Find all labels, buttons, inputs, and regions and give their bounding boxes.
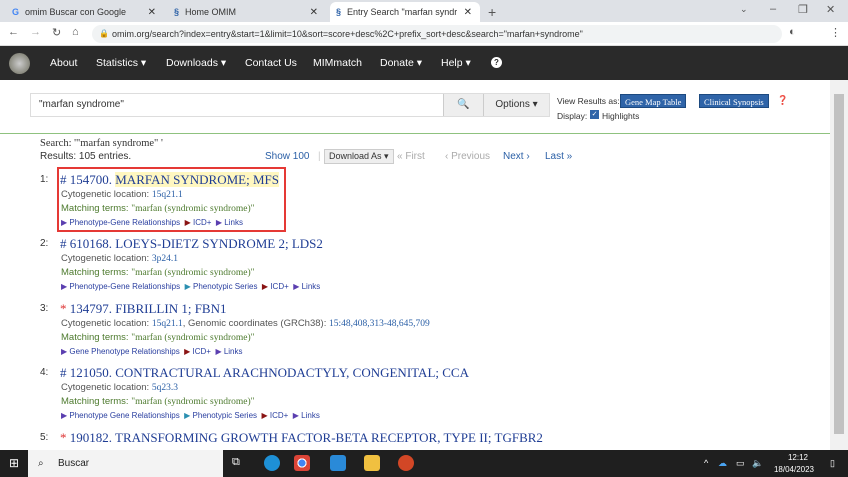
- result-title-link[interactable]: * 190182. TRANSFORMING GROWTH FACTOR-BET…: [60, 430, 543, 446]
- clock-date[interactable]: 18/04/2023: [770, 465, 818, 474]
- home-icon[interactable]: ⌂: [72, 26, 79, 38]
- omim-icon: §: [174, 7, 180, 17]
- result-links: ▶ Phenotype-Gene Relationships ▶ Phenoty…: [61, 282, 321, 291]
- search-icon: 🔍: [457, 99, 470, 110]
- close-icon[interactable]: ✕: [148, 7, 156, 18]
- matching-terms: Matching terms: "marfan (syndromic syndr…: [61, 332, 255, 343]
- address-bar-row: ← → ↻ ⌂ 🔒 omim.org/search?index=entry&sta…: [0, 22, 848, 46]
- tab-omim-home[interactable]: § Home OMIM ✕: [168, 2, 326, 22]
- search-query-text: Search: '"marfan syndrome" ': [40, 138, 163, 149]
- result-links: ▶ Phenotype Gene Relationships ▶ Phenoty…: [61, 411, 320, 420]
- highlight-box: [57, 167, 286, 232]
- notifications-icon[interactable]: ▯: [830, 458, 835, 469]
- results-count: Results: 105 entries.: [40, 151, 132, 162]
- powerpoint-icon[interactable]: [398, 455, 414, 471]
- nav-help[interactable]: Help ▾: [441, 57, 471, 69]
- divider: [0, 133, 830, 134]
- reload-icon[interactable]: ↻: [52, 26, 61, 39]
- result-title-link[interactable]: * 134797. FIBRILLIN 1; FBN1: [60, 301, 226, 317]
- tray-chevron-icon[interactable]: ^: [704, 458, 708, 468]
- chrome-icon[interactable]: [294, 455, 310, 471]
- search-button[interactable]: 🔍: [443, 94, 483, 116]
- result-title-link[interactable]: # 610168. LOEYS-DIETZ SYNDROME 2; LDS2: [60, 236, 323, 252]
- nav-downloads[interactable]: Downloads ▾: [166, 57, 226, 69]
- last-link[interactable]: Last »: [545, 151, 572, 162]
- edge-icon[interactable]: [264, 455, 280, 471]
- cytogenetic-location: Cytogenetic location: 3p24.1: [61, 253, 178, 264]
- help-icon[interactable]: ?: [491, 57, 502, 68]
- matching-terms: Matching terms: "marfan (syndromic syndr…: [61, 396, 255, 407]
- highlights-label: Highlights: [602, 111, 640, 121]
- nav-mimmatch[interactable]: MIMmatch: [313, 57, 362, 69]
- close-icon[interactable]: ✕: [464, 7, 472, 18]
- omim-navbar: About Statistics ▾ Downloads ▾ Contact U…: [0, 46, 848, 80]
- cytogenetic-location: Cytogenetic location: 15q21.1, Genomic c…: [61, 318, 430, 329]
- windows-start-icon[interactable]: ⊞: [9, 456, 19, 470]
- gene-map-table-button[interactable]: Gene Map Table: [620, 94, 687, 108]
- forward-icon[interactable]: →: [30, 26, 41, 38]
- previous-link[interactable]: ‹ Previous: [445, 151, 490, 162]
- menu-icon[interactable]: ⋮: [830, 26, 841, 39]
- matching-terms: Matching terms: "marfan (syndromic syndr…: [61, 267, 255, 278]
- show-100-link[interactable]: Show 100: [265, 151, 309, 162]
- search-icon: ⌕: [38, 458, 44, 469]
- taskbar-search[interactable]: ⌕ Buscar: [28, 450, 223, 477]
- search-input[interactable]: "marfan syndrome" 🔍 Options ▾: [30, 93, 550, 117]
- maximize-icon[interactable]: ❐: [798, 3, 808, 16]
- options-button[interactable]: Options ▾: [483, 94, 549, 116]
- close-window-icon[interactable]: ✕: [826, 3, 835, 16]
- nav-contact[interactable]: Contact Us: [245, 57, 297, 69]
- download-as-button[interactable]: Download As ▾: [324, 149, 394, 164]
- nav-about[interactable]: About: [50, 57, 77, 69]
- nav-statistics[interactable]: Statistics ▾: [96, 57, 146, 69]
- volume-icon[interactable]: 🔈: [752, 458, 763, 469]
- tab-entry-search[interactable]: §Entry Search "marfan syndrome"✕: [330, 2, 480, 22]
- cytogenetic-location: Cytogenetic location: 5q23.3: [61, 382, 178, 393]
- task-view-icon[interactable]: ⧉: [232, 456, 240, 469]
- url-input[interactable]: 🔒 omim.org/search?index=entry&start=1&lim…: [92, 25, 782, 43]
- highlights-checkbox[interactable]: ✓: [590, 110, 599, 119]
- file-explorer-icon[interactable]: [364, 455, 380, 471]
- minimize-icon[interactable]: –: [770, 3, 776, 15]
- tab-bar: Gomim Buscar con Google ✕ § Home OMIM ✕ § En…: [0, 0, 848, 22]
- profile-icon[interactable]: ◐: [789, 26, 796, 38]
- help-icon[interactable]: ❓: [777, 95, 788, 106]
- scrollbar[interactable]: [830, 80, 848, 450]
- google-icon: G: [12, 7, 20, 17]
- network-icon[interactable]: ▭: [736, 458, 745, 469]
- clock-time[interactable]: 12:12: [780, 453, 816, 462]
- first-link[interactable]: « First: [397, 151, 425, 162]
- back-icon[interactable]: ←: [8, 26, 19, 38]
- new-tab-icon[interactable]: +: [488, 4, 496, 20]
- chevron-down-icon[interactable]: ⌄: [740, 4, 748, 15]
- clinical-synopsis-button[interactable]: Clinical Synopsis: [699, 94, 769, 108]
- onedrive-icon[interactable]: ☁: [718, 458, 727, 469]
- result-links: ▶ Gene Phenotype Relationships ▶ ICD+ ▶ …: [61, 347, 243, 356]
- result-title-link[interactable]: # 121050. CONTRACTURAL ARACHNODACTYLY, C…: [60, 365, 469, 381]
- close-icon[interactable]: ✕: [310, 7, 318, 18]
- taskbar: ⊞ ⌕ Buscar ⧉ ^ ☁ ▭ 🔈 12:12 18/04/2023 ▯: [0, 450, 848, 477]
- nav-donate[interactable]: Donate ▾: [380, 57, 422, 69]
- lock-icon: 🔒: [99, 29, 109, 38]
- omim-icon: §: [336, 7, 342, 17]
- view-results-label: View Results as:: [557, 96, 620, 106]
- next-link[interactable]: Next ›: [503, 151, 530, 162]
- omim-logo[interactable]: [9, 53, 30, 74]
- display-label: Display:: [557, 111, 588, 121]
- scrollbar-thumb[interactable]: [834, 94, 844, 434]
- tab-google[interactable]: Gomim Buscar con Google ✕: [6, 2, 164, 22]
- mail-icon[interactable]: [330, 455, 346, 471]
